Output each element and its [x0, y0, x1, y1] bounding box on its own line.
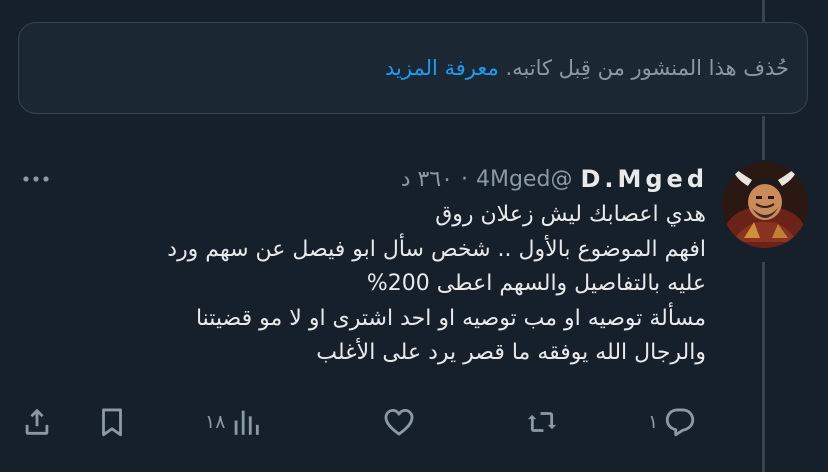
- views-button[interactable]: ١٨: [205, 404, 263, 440]
- more-options-button[interactable]: [20, 166, 52, 192]
- tweet-text: هدي اعصابك ليش زعلان روق افهم الموضوع با…: [16, 198, 706, 371]
- thread-line-middle: [762, 116, 765, 160]
- thread-line-bottom: [762, 262, 765, 472]
- bookmark-icon: [102, 408, 122, 437]
- deleted-post-notice: حُذف هذا المنشور من قِبل كاتبه. معرفة ال…: [18, 22, 808, 114]
- bookmark-button[interactable]: [95, 404, 129, 440]
- tweet-header: D.Mged @4Mged · ٣٦٠ د: [401, 162, 708, 196]
- views-count: ١٨: [205, 411, 226, 433]
- learn-more-link[interactable]: معرفة المزيد: [385, 56, 499, 80]
- heart-icon: [384, 408, 414, 436]
- deleted-message: حُذف هذا المنشور من قِبل كاتبه.: [505, 56, 789, 80]
- tweet-line: والرجال الله يوفقه ما قصر يرد على الأغلب: [316, 340, 706, 365]
- avatar[interactable]: [722, 162, 808, 248]
- avatar-image: [722, 162, 808, 248]
- retweet-icon: [527, 412, 557, 432]
- deleted-post-text: حُذف هذا المنشور من قِبل كاتبه. معرفة ال…: [385, 56, 789, 80]
- tweet-line: مسألة توصيه او مب توصيه او احد اشترى او …: [195, 305, 706, 331]
- author-display-name[interactable]: D.Mged: [580, 165, 708, 193]
- like-button[interactable]: [382, 404, 416, 440]
- tweet-line: عليه بالتفاصيل والسهم اعطى 200%: [366, 271, 706, 296]
- tweet-line: افهم الموضوع بالأول .. شخص سأل ابو فيصل …: [167, 236, 706, 262]
- share-upload-icon: [25, 408, 49, 435]
- tweet-line: هدي اعصابك ليش زعلان روق: [435, 202, 706, 227]
- reply-bubble-icon: [666, 408, 695, 437]
- reply-button[interactable]: ١: [648, 404, 698, 440]
- bar-chart-icon: [235, 410, 260, 435]
- retweet-button[interactable]: [524, 404, 560, 440]
- author-handle[interactable]: @4Mged: [476, 167, 572, 192]
- reply-count: ١: [648, 411, 659, 433]
- tweet-timestamp[interactable]: ٣٦٠ د: [401, 167, 453, 192]
- share-button[interactable]: [20, 404, 54, 440]
- more-horizontal-icon: [23, 176, 49, 182]
- header-separator: ·: [460, 166, 468, 192]
- thread-line-top: [762, 0, 765, 22]
